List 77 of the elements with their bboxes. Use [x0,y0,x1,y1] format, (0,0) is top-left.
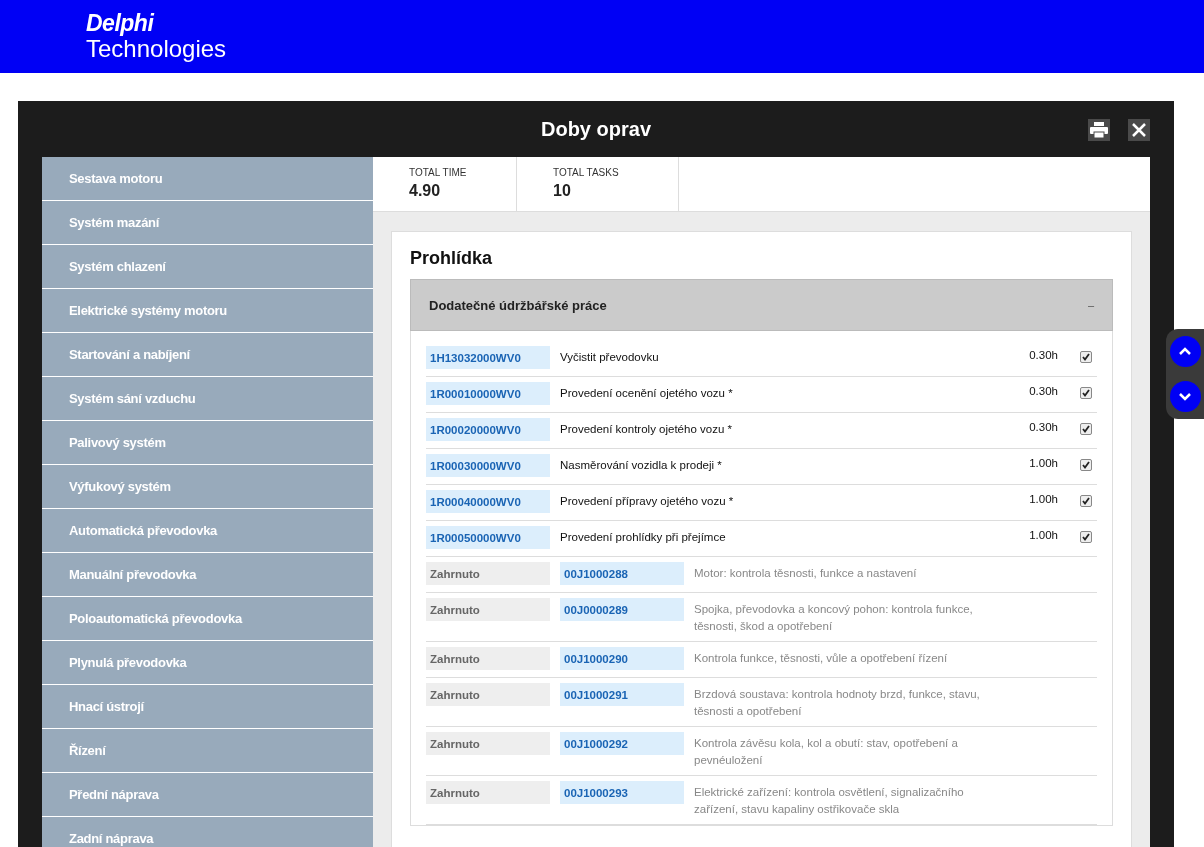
sidebar-item[interactable]: Přední náprava [42,773,373,817]
task-description: Provedení kontroly ojetého vozu * [560,422,733,437]
logo-text: Delphi [86,12,156,35]
sidebar-item[interactable]: Manuální převodovka [42,553,373,597]
sidebar-item[interactable]: Palivový systém [42,421,373,465]
task-description: Motor: kontrola těsnosti, funkce a nastavení [694,566,918,581]
task-code[interactable]: 1R00040000WV0 [426,490,550,513]
stat-label: TOTAL TASKS [553,167,620,178]
logo-text: Technologies [86,37,227,61]
sidebar-item[interactable]: Startování a nabíjení [42,333,373,377]
task-code[interactable]: 00J0000289 [560,598,684,621]
task-description: Kontrola závěsu kola, kol a obutí: stav, opotřebení a pevnéuložení [694,736,959,768]
task-description: Elektrické zařízení: kontrola osvětlení, signalizačního zařízení, stavu kapaliny ostřikovače skla [694,785,965,817]
task-description: Provedení ocenění ojetého vozu * [560,386,734,401]
task-time: 1.00h [1028,492,1058,505]
group-header[interactable]: Dodatečné údržbářské práce – [410,279,1113,331]
close-button[interactable] [1128,119,1150,141]
task-code[interactable]: 00J1000290 [560,647,684,670]
task-time: 1.00h [1028,528,1058,541]
stat-value: 10 [553,182,572,200]
status-label: Zahrnuto [426,781,550,804]
checkbox[interactable] [1080,495,1092,507]
collapse-toggle[interactable]: – [1087,299,1094,311]
sidebar-item[interactable]: Poloautomatická převodovka [42,597,373,641]
task-code[interactable]: 1R00020000WV0 [426,418,550,441]
task-code[interactable]: 1R00030000WV0 [426,454,550,477]
task-description: Nasměrování vozidla k prodeji * [560,458,723,473]
group-title: Dodatečné údržbářské práce [429,297,607,313]
status-label: Zahrnuto [426,647,550,670]
task-code[interactable]: 00J1000292 [560,732,684,755]
task-description: Brzdová soustava: kontrola hodnoty brzd, funkce, stavu, těsnosti a opotřebení [694,687,981,719]
sidebar-item[interactable]: Systém sání vzduchu [42,377,373,421]
status-label: Zahrnuto [426,598,550,621]
section-title: Prohlídka [410,248,494,269]
sidebar-item[interactable]: Řízení [42,729,373,773]
checkbox[interactable] [1080,459,1092,471]
task-time: 1.00h [1028,456,1058,469]
task-code[interactable]: 00J1000293 [560,781,684,804]
status-label: Zahrnuto [426,732,550,755]
task-description: Provedení přípravy ojetého vozu * [560,494,735,509]
task-description: Kontrola funkce, těsnosti, vůle a opotřebení řízení [694,651,949,666]
status-label: Zahrnuto [426,562,550,585]
sidebar-item[interactable]: Hnací ústrojí [42,685,373,729]
chevron-up-icon [1178,347,1192,356]
checkbox[interactable] [1080,351,1092,363]
sidebar-item[interactable]: Plynulá převodovka [42,641,373,685]
sidebar-item[interactable]: Automatická převodovka [42,509,373,553]
task-code[interactable]: 00J1000291 [560,683,684,706]
sidebar-item[interactable]: Zadní náprava [42,817,373,847]
task-description: Vyčistit převodovku [560,350,660,365]
task-code[interactable]: 1R00050000WV0 [426,526,550,549]
task-time: 0.30h [1028,348,1058,361]
task-description: Spojka, převodovka a koncový pohon: kontrola funkce, těsnosti, škod a opotřebení [694,602,974,634]
task-code[interactable]: 1H13032000WV0 [426,346,550,369]
checkbox[interactable] [1080,423,1092,435]
sidebar-item[interactable]: Výfukový systém [42,465,373,509]
scroll-down-button[interactable] [1169,381,1201,412]
checkbox[interactable] [1080,531,1092,543]
sidebar-item[interactable]: Elektrické systémy motoru [42,289,373,333]
stat-value: 4.90 [409,182,442,200]
task-description: Provedení prohlídky při přejímce [560,530,727,545]
scroll-up-button[interactable] [1169,336,1201,367]
task-time: 0.30h [1028,420,1058,433]
checkbox[interactable] [1080,387,1092,399]
task-code[interactable]: 00J1000288 [560,562,684,585]
sidebar-item[interactable]: Sestava motoru [42,157,373,201]
chevron-down-icon [1178,392,1192,401]
stat-label: TOTAL TIME [409,167,468,178]
task-time: 0.30h [1028,384,1058,397]
sidebar-item[interactable]: Systém chlazení [42,245,373,289]
close-icon [1132,123,1146,137]
printer-icon [1090,122,1108,138]
status-label: Zahrnuto [426,683,550,706]
task-code[interactable]: 1R00010000WV0 [426,382,550,405]
sidebar-item[interactable]: Systém mazání [42,201,373,245]
print-button[interactable] [1088,119,1110,141]
dialog-title: Doby oprav [541,117,651,141]
